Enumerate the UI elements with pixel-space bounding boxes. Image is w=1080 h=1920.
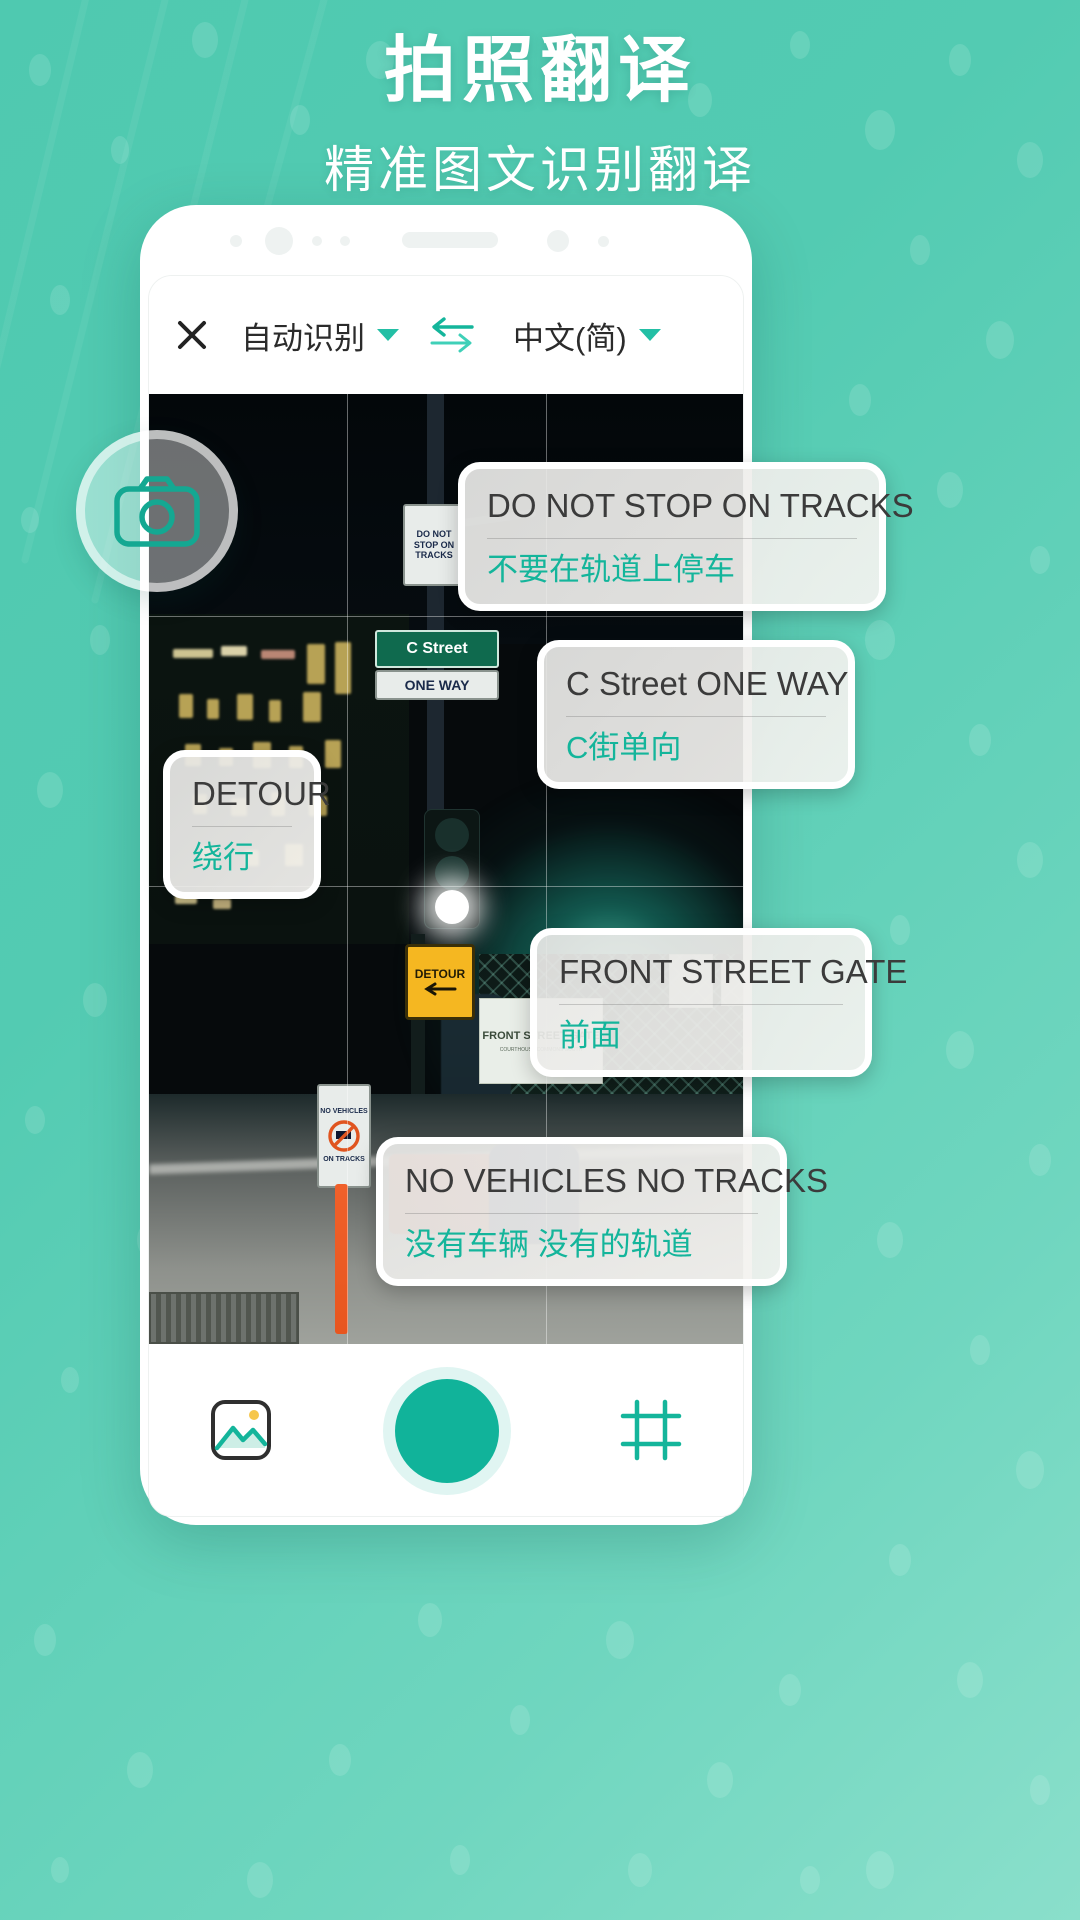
translation-source-text: C Street ONE WAY [566, 665, 849, 702]
translation-card[interactable]: DO NOT STOP ON TRACKS 不要在轨道上停车 [458, 462, 914, 611]
crop-button[interactable] [619, 1398, 685, 1464]
divider [405, 1213, 758, 1215]
shutter-button[interactable] [395, 1379, 499, 1483]
divider [566, 716, 826, 718]
translation-card[interactable]: DETOUR 绕行 [163, 750, 331, 899]
source-language-label: 自动识别 [241, 320, 365, 356]
translation-result-text: 不要在轨道上停车 [487, 552, 735, 588]
promo-heading-block: 拍照翻译 精准图文识别翻译 [0, 0, 1080, 202]
translation-result-text: 前面 [559, 1018, 621, 1054]
chevron-down-icon [638, 329, 661, 341]
close-button[interactable] [165, 315, 219, 355]
page-subtitle: 精准图文识别翻译 [324, 142, 756, 198]
camera-feature-badge [76, 430, 238, 592]
translator-toolbar: 自动识别 中文(简) [149, 276, 743, 394]
gallery-button[interactable] [209, 1398, 275, 1464]
crop-frame-icon [620, 1399, 682, 1461]
target-language-selector[interactable]: 中文(简) [513, 313, 661, 358]
translation-source-text: FRONT STREET GATE [559, 953, 908, 990]
translation-card[interactable]: C Street ONE WAY C街单向 [537, 640, 855, 789]
divider [487, 538, 857, 540]
target-language-label: 中文(简) [513, 320, 627, 356]
swap-arrows-icon [430, 317, 474, 353]
translation-result-text: C街单向 [566, 730, 682, 766]
translation-source-text: NO VEHICLES NO TRACKS [405, 1162, 828, 1199]
divider [192, 826, 292, 828]
translation-card[interactable]: FRONT STREET GATE 前面 [530, 928, 908, 1077]
image-gallery-icon [211, 1400, 271, 1460]
translation-result-text: 绕行 [192, 840, 254, 876]
phone-notch [140, 205, 752, 275]
source-language-selector[interactable]: 自动识别 [241, 313, 399, 358]
swap-languages-button[interactable] [419, 314, 483, 356]
camera-bottom-bar [149, 1344, 743, 1516]
translation-result-text: 没有车辆 没有的轨道 [405, 1227, 693, 1263]
page-title: 拍照翻译 [383, 31, 696, 111]
divider [559, 1004, 843, 1006]
close-icon [178, 321, 206, 349]
translation-card[interactable]: NO VEHICLES NO TRACKS 没有车辆 没有的轨道 [376, 1137, 828, 1286]
chevron-down-icon [377, 329, 399, 341]
translation-source-text: DO NOT STOP ON TRACKS [487, 487, 914, 524]
translation-source-text: DETOUR [192, 775, 331, 812]
camera-icon [114, 476, 200, 547]
